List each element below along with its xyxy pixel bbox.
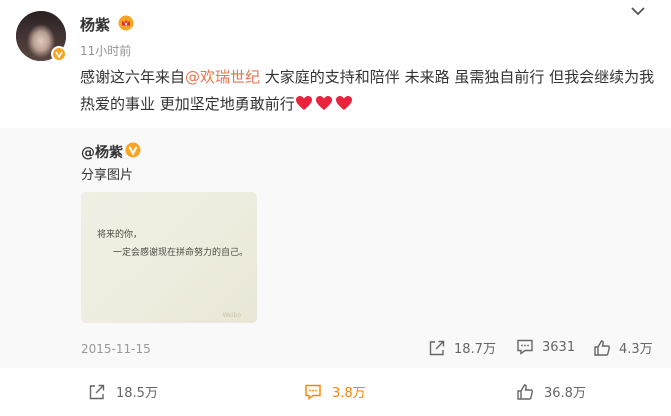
share-count: 18.5万 bbox=[116, 386, 158, 401]
comment-icon bbox=[305, 384, 321, 400]
share-button[interactable]: 18.5万 bbox=[88, 382, 158, 401]
repost-comment-count: 3631 bbox=[542, 339, 576, 355]
post-text: 感谢这六年来自@欢瑞世纪 大家庭的支持和陪伴 未来路 虽需独自前行 但我会继续为… bbox=[80, 64, 660, 118]
repost-text: 分享图片 bbox=[81, 168, 134, 183]
repost-share-stat[interactable]: 18.7万 bbox=[428, 338, 496, 357]
verified-badge-icon bbox=[125, 142, 141, 158]
comment-count: 3.8万 bbox=[332, 386, 366, 401]
repost-like-count: 4.3万 bbox=[619, 342, 653, 357]
share-icon bbox=[429, 340, 445, 355]
username[interactable]: 杨紫 bbox=[80, 14, 110, 35]
image-text-line-2: 一定会感谢现在拼命努力的自己。 bbox=[113, 248, 249, 258]
image-watermark: Weibo bbox=[222, 312, 241, 319]
repost-username[interactable]: @杨紫 bbox=[81, 142, 123, 162]
heart-icon bbox=[335, 93, 353, 110]
post-timestamp[interactable]: 11小时前 bbox=[80, 42, 131, 59]
comment-icon bbox=[517, 339, 533, 355]
repost-like-stat[interactable]: 4.3万 bbox=[593, 338, 653, 357]
verified-badge-icon bbox=[51, 46, 67, 62]
post-text-start: 感谢这六年来自 bbox=[80, 68, 186, 86]
heart-icon bbox=[315, 93, 333, 110]
image-text-line-1: 将来的你， bbox=[97, 230, 143, 240]
heart-icon bbox=[295, 93, 313, 110]
chevron-down-icon[interactable] bbox=[630, 5, 646, 17]
vip-crown-icon[interactable] bbox=[118, 15, 134, 31]
thumbs-up-icon bbox=[594, 339, 610, 356]
repost-share-count: 18.7万 bbox=[454, 342, 496, 357]
share-icon bbox=[89, 384, 105, 399]
repost-comment-stat[interactable]: 3631 bbox=[516, 338, 575, 356]
like-count: 36.8万 bbox=[544, 386, 586, 401]
mention-link[interactable]: @欢瑞世纪 bbox=[185, 68, 260, 86]
repost-date[interactable]: 2015-11-15 bbox=[81, 342, 151, 356]
like-button[interactable]: 36.8万 bbox=[516, 382, 586, 401]
thumbs-up-icon bbox=[517, 383, 533, 400]
repost-image[interactable]: 将来的你， 一定会感谢现在拼命努力的自己。 Weibo bbox=[81, 192, 257, 323]
comment-button[interactable]: 3.8万 bbox=[304, 382, 366, 401]
